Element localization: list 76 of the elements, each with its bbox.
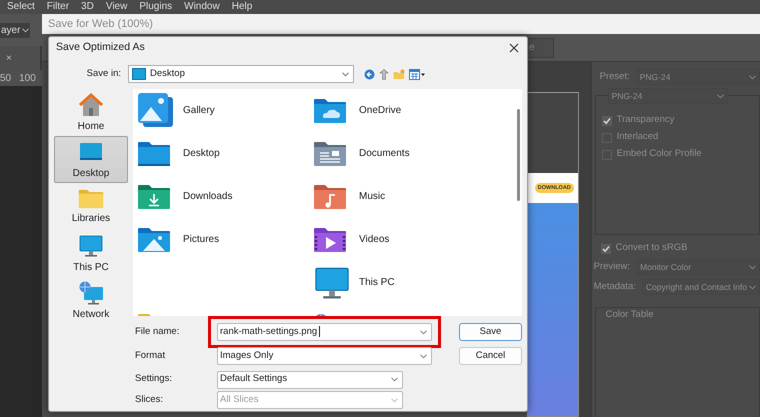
chevron-icon (391, 377, 398, 382)
place-item[interactable]: Network (54, 277, 128, 324)
file-item[interactable]: This PC (313, 261, 395, 304)
file-item[interactable]: Pictures (137, 218, 220, 261)
picture-folder-icon (137, 226, 171, 252)
cloud-folder-icon (313, 98, 347, 124)
checkbox-label: Interlaced (616, 130, 658, 144)
cancel-button[interactable]: Cancel (459, 347, 522, 365)
chevron-icon (749, 74, 756, 80)
file-name-field[interactable]: rank-math-settings.png (217, 323, 432, 341)
folder-icon (137, 140, 171, 166)
place-item[interactable]: This PC (54, 230, 128, 277)
ruler-number: 50 (0, 72, 12, 86)
globe-monitor-icon (78, 280, 104, 306)
chevron-icon (391, 398, 398, 402)
dropdown[interactable]: Images Only (217, 347, 432, 365)
file-item[interactable]: Desktop (137, 132, 220, 175)
monitor-icon (78, 232, 104, 258)
up-folder-icon[interactable] (379, 68, 389, 80)
checkbox-label: Transparency (616, 113, 674, 128)
menu-item[interactable]: Help (232, 0, 252, 13)
dropdown: All Slices (217, 391, 403, 409)
scrollbar-thumb[interactable] (517, 109, 520, 201)
close-icon[interactable] (509, 43, 519, 53)
dialog-title: Save Optimized As (56, 40, 145, 56)
tab-close-button[interactable]: × (0, 46, 40, 70)
field-label: Settings: (134, 372, 173, 386)
file-item[interactable]: Music (313, 175, 386, 218)
file-item[interactable]: Gallery (137, 89, 215, 132)
music-folder-icon (313, 184, 347, 210)
checkbox[interactable] (600, 244, 611, 254)
file-item[interactable]: Videos (313, 218, 390, 261)
ruler-number: 100 (19, 72, 36, 86)
checkbox-label: Convert to sRGB (616, 241, 688, 256)
setting-label: Preview: (594, 260, 630, 274)
layer-dropdown[interactable]: ayer (0, 22, 30, 38)
chevron-icon (749, 264, 756, 270)
menu-item[interactable]: View (106, 0, 128, 13)
checkbox[interactable] (602, 116, 612, 126)
chevron-icon (420, 330, 427, 334)
monitor-icon (132, 68, 146, 80)
save-in-label: Save in: (86, 66, 122, 81)
place-item[interactable]: Libraries (54, 183, 128, 230)
gallery-icon (137, 92, 175, 130)
save-button[interactable]: Save (459, 323, 522, 341)
setting-label: Metadata: (594, 280, 636, 294)
save-in-dropdown[interactable]: Desktop (128, 65, 354, 83)
back-icon[interactable] (364, 68, 375, 80)
video-folder-icon (313, 226, 347, 252)
house-icon (78, 92, 104, 118)
file-item[interactable]: Documents (313, 132, 410, 175)
place-item[interactable]: Desktop (54, 136, 128, 183)
chevron-icon (22, 28, 30, 32)
menu-item[interactable]: 3D (81, 0, 94, 13)
file-item[interactable]: Downloads (137, 175, 232, 218)
document-folder-icon (313, 140, 347, 166)
download-folder-icon (137, 184, 171, 210)
chevron-icon (716, 94, 724, 98)
menu-item[interactable]: Window (184, 0, 220, 13)
chevron-icon (342, 72, 349, 76)
field-label: File name: (134, 324, 180, 339)
view-menu-icon[interactable] (409, 68, 425, 80)
checkbox-label: Embed Color Profile (616, 147, 702, 162)
chevron-icon (749, 284, 756, 290)
window-title: Save for Web (100%) (42, 14, 760, 34)
dropdown[interactable]: Default Settings (217, 370, 403, 388)
folder-icon (78, 188, 104, 210)
field-label: Format (134, 348, 166, 363)
setting-label: Preset: (600, 70, 630, 84)
menu-item[interactable]: Filter (46, 0, 70, 13)
menu-item[interactable]: Plugins (139, 0, 172, 13)
chevron-icon (420, 354, 427, 358)
file-item[interactable]: OneDrive (313, 89, 402, 132)
place-item[interactable]: Home (54, 89, 128, 136)
field-label: Slices: (134, 392, 164, 407)
menu-item[interactable]: Select (7, 0, 35, 13)
